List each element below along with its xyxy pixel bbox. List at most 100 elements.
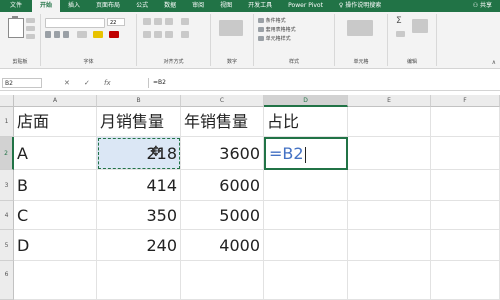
insert-function-icon[interactable]: fx	[104, 78, 111, 88]
cell-e6[interactable]	[348, 261, 431, 300]
cell-c6[interactable]	[181, 261, 264, 300]
cell-c2[interactable]: 3600	[181, 137, 264, 170]
share-button[interactable]: ⚇ 共享	[465, 0, 500, 12]
cell-b2[interactable]: 218	[97, 137, 181, 170]
autosum-icon[interactable]: Σ	[396, 16, 402, 26]
cell-f5[interactable]	[431, 230, 500, 261]
tab-file[interactable]: 文件	[0, 0, 32, 12]
tab-power-pivot[interactable]: Power Pivot	[280, 0, 331, 12]
tab-insert[interactable]: 插入	[60, 0, 88, 12]
row-header-3[interactable]: 3	[0, 170, 14, 201]
row-header-4[interactable]: 4	[0, 201, 14, 230]
tab-data[interactable]: 数据	[156, 0, 184, 12]
fill-color-icon[interactable]	[93, 31, 103, 38]
cell-styles-button[interactable]: 单元格样式	[258, 35, 291, 42]
column-header-d[interactable]: D	[264, 95, 348, 107]
cell-a3[interactable]: B	[14, 170, 97, 201]
cell-c4[interactable]: 5000	[181, 201, 264, 230]
paste-icon[interactable]	[8, 16, 24, 38]
group-label-alignment: 对齐方式	[163, 59, 184, 65]
merge-center-icon[interactable]	[181, 31, 189, 38]
wrap-text-icon[interactable]	[181, 18, 189, 25]
row-header-1[interactable]: 1	[0, 107, 14, 137]
cell-b1[interactable]: 月销售量	[97, 107, 181, 137]
conditional-formatting-label: 条件格式	[265, 18, 286, 24]
cancel-icon[interactable]: ✕	[64, 78, 70, 88]
fill-icon[interactable]	[396, 31, 405, 37]
tab-review[interactable]: 审阅	[184, 0, 212, 12]
cell-c3[interactable]: 6000	[181, 170, 264, 201]
font-size-select[interactable]: 22	[107, 18, 125, 26]
tab-developer[interactable]: 开发工具	[240, 0, 280, 12]
column-header-f[interactable]: F	[431, 95, 500, 107]
font-name-select[interactable]	[45, 18, 105, 28]
cell-a5[interactable]: D	[14, 230, 97, 261]
cells-icon[interactable]	[347, 20, 373, 36]
column-header-e[interactable]: E	[348, 95, 431, 107]
tab-page-layout[interactable]: 页面布局	[88, 0, 128, 12]
align-left-icon[interactable]	[143, 31, 151, 38]
align-middle-icon[interactable]	[154, 18, 162, 25]
cell-a2[interactable]: A	[14, 137, 97, 170]
underline-icon[interactable]	[63, 31, 69, 38]
italic-icon[interactable]	[54, 31, 60, 38]
cell-e3[interactable]	[348, 170, 431, 201]
align-right-icon[interactable]	[165, 31, 173, 38]
cell-d5[interactable]	[264, 230, 348, 261]
sort-filter-icon[interactable]	[412, 19, 428, 33]
tell-me-search[interactable]: ♀ 操作说明搜索	[331, 0, 389, 12]
conditional-formatting-button[interactable]: 条件格式	[258, 17, 286, 24]
cell-e5[interactable]	[348, 230, 431, 261]
cell-b5[interactable]: 240	[97, 230, 181, 261]
cell-e4[interactable]	[348, 201, 431, 230]
cut-icon[interactable]	[26, 18, 35, 23]
cell-d2-editing[interactable]: =B2	[264, 137, 348, 170]
copy-icon[interactable]	[26, 26, 35, 31]
ribbon: 剪贴板 22 字体 对齐方式 数字 条件格式 套用表格格式 单元格样式 样式 单…	[0, 12, 500, 69]
name-box[interactable]: B2	[2, 78, 42, 88]
cell-c5[interactable]: 4000	[181, 230, 264, 261]
cell-c1[interactable]: 年销售量	[181, 107, 264, 137]
cell-a1[interactable]: 店面	[14, 107, 97, 137]
cell-f3[interactable]	[431, 170, 500, 201]
cell-b3[interactable]: 414	[97, 170, 181, 201]
cell-d2-formula: =B2	[269, 144, 304, 163]
align-bottom-icon[interactable]	[165, 18, 173, 25]
align-top-icon[interactable]	[143, 18, 151, 25]
tab-formulas[interactable]: 公式	[128, 0, 156, 12]
align-center-icon[interactable]	[154, 31, 162, 38]
cell-d6[interactable]	[264, 261, 348, 300]
cell-e2[interactable]	[348, 137, 431, 170]
formula-input[interactable]: =B2	[148, 78, 498, 88]
cell-e1[interactable]	[348, 107, 431, 137]
format-painter-icon[interactable]	[26, 34, 35, 39]
cell-a6[interactable]	[14, 261, 97, 300]
row-header-6[interactable]: 6	[0, 261, 14, 300]
cell-f6[interactable]	[431, 261, 500, 300]
bold-icon[interactable]	[45, 31, 51, 38]
cell-f2[interactable]	[431, 137, 500, 170]
tab-home[interactable]: 开始	[32, 0, 61, 12]
cell-b4[interactable]: 350	[97, 201, 181, 230]
select-all-corner[interactable]	[0, 95, 14, 107]
enter-icon[interactable]: ✓	[84, 78, 90, 88]
number-format-icon[interactable]	[219, 20, 243, 36]
collapse-ribbon-icon[interactable]: ∧	[492, 59, 496, 66]
cell-d4[interactable]	[264, 201, 348, 230]
share-icon: ⚇	[472, 2, 480, 9]
cell-d3[interactable]	[264, 170, 348, 201]
row-header-2[interactable]: 2	[0, 137, 14, 170]
cell-f4[interactable]	[431, 201, 500, 230]
format-as-table-button[interactable]: 套用表格格式	[258, 26, 296, 33]
border-icon[interactable]	[77, 31, 87, 38]
cell-a4[interactable]: C	[14, 201, 97, 230]
row-header-5[interactable]: 5	[0, 230, 14, 261]
column-header-b[interactable]: B	[97, 95, 181, 107]
column-header-a[interactable]: A	[14, 95, 97, 107]
column-header-c[interactable]: C	[181, 95, 264, 107]
cell-b6[interactable]	[97, 261, 181, 300]
cell-f1[interactable]	[431, 107, 500, 137]
tab-view[interactable]: 视图	[212, 0, 240, 12]
cell-d1[interactable]: 占比	[264, 107, 348, 137]
font-color-icon[interactable]	[109, 31, 119, 38]
